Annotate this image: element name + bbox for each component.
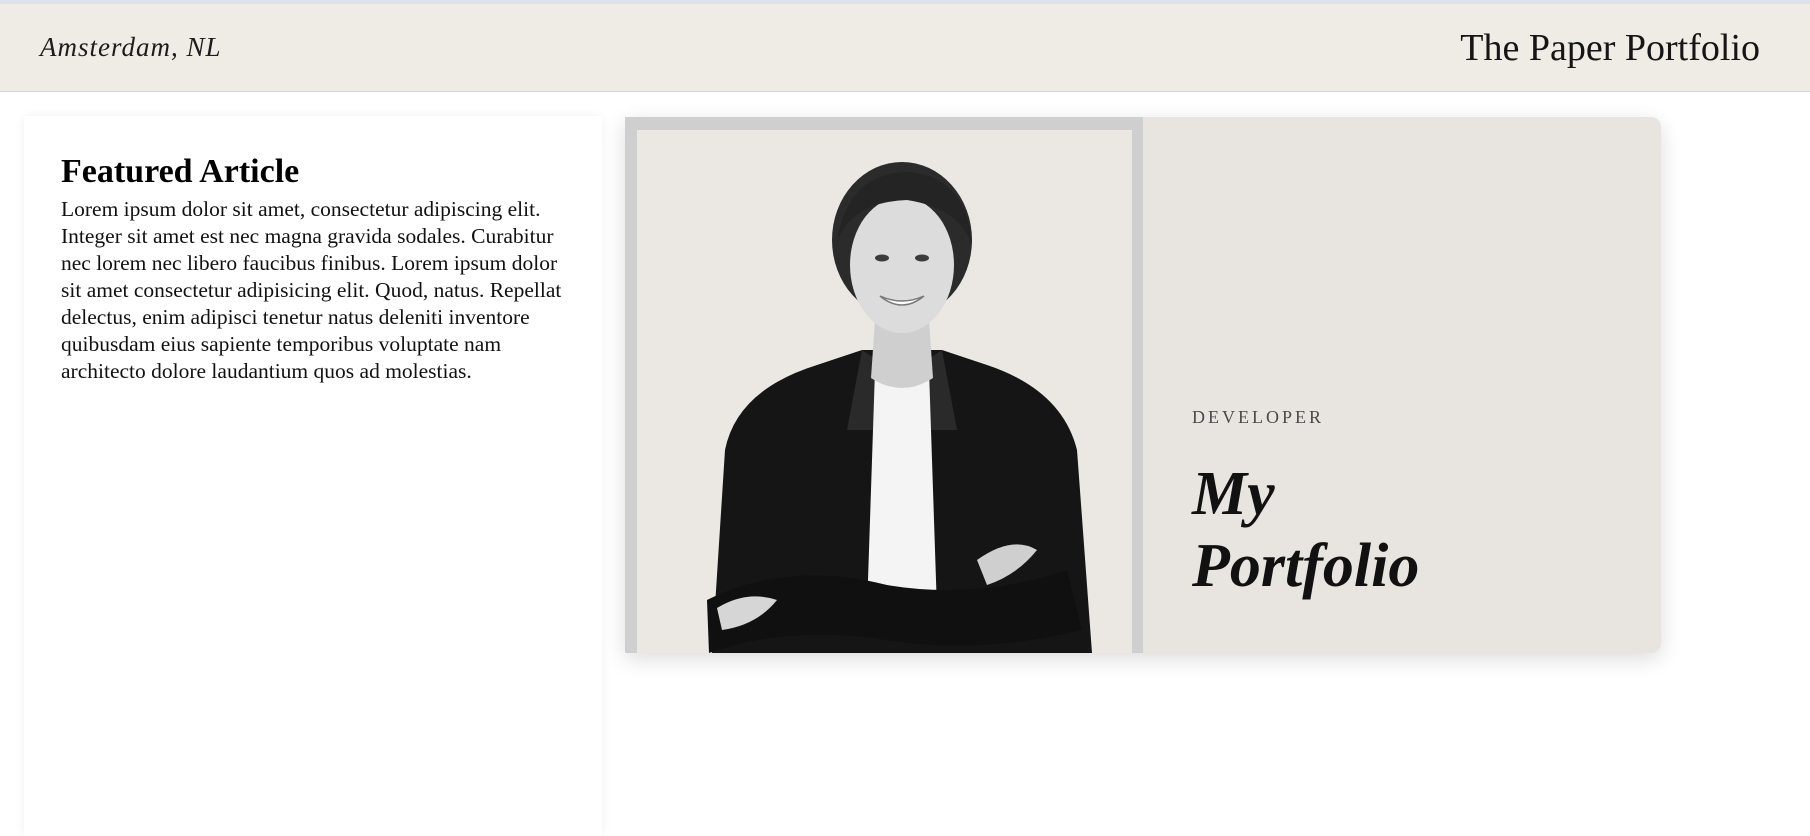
hero-title: My Portfolio (1192, 460, 1420, 600)
location-label: Amsterdam, NL (40, 32, 222, 62)
role-label: DEVELOPER (1192, 407, 1324, 427)
portrait-illustration (637, 130, 1132, 653)
site-title[interactable]: The Paper Portfolio (1460, 26, 1760, 70)
portfolio-hero-card: DEVELOPER My Portfolio (625, 117, 1661, 653)
article-body: Lorem ipsum dolor sit amet, consectetur … (61, 197, 562, 383)
site-header: Amsterdam, NL The Paper Portfolio (0, 4, 1810, 92)
article-title: Featured Article (61, 153, 300, 190)
portrait-photo (637, 130, 1132, 653)
featured-article-card: Featured Article Lorem ipsum dolor sit a… (24, 116, 602, 836)
photo-frame (625, 117, 1143, 653)
hero-text-block: DEVELOPER My Portfolio (1192, 407, 1452, 602)
